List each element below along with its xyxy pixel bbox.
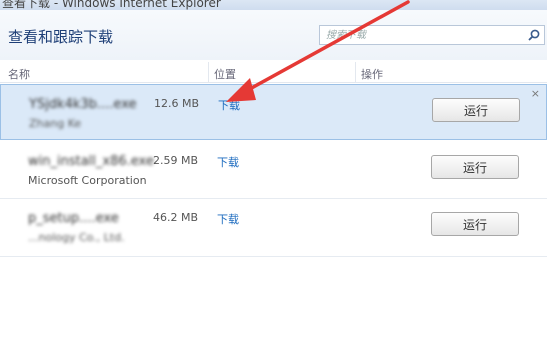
search-icon[interactable]: [527, 28, 541, 42]
run-button[interactable]: 运行: [431, 155, 519, 179]
download-publisher: ...nology Co., Ltd.: [28, 231, 125, 244]
header: 查看和跟踪下载: [0, 10, 547, 60]
search-input[interactable]: [326, 28, 516, 42]
column-headers: 名称 位置 操作: [0, 62, 547, 83]
download-row[interactable]: win_install_x86.exe Microsoft Corporatio…: [0, 142, 547, 198]
column-header-location[interactable]: 位置: [214, 66, 236, 82]
download-filename: p_setup....exe: [28, 211, 119, 226]
window-title: 查看下载 - Windows Internet Explorer: [2, 0, 221, 10]
close-icon[interactable]: ×: [531, 87, 540, 100]
download-size: 12.6 MB: [154, 97, 200, 110]
row-divider: [0, 256, 547, 257]
download-row[interactable]: p_setup....exe ...nology Co., Ltd. 46.2 …: [0, 199, 547, 255]
search-box[interactable]: [319, 25, 545, 45]
download-publisher: Microsoft Corporation: [28, 174, 147, 187]
download-row[interactable]: YSjdk4k3b....exe Zhang Ke 12.6 MB 下载 运行 …: [0, 84, 547, 140]
run-button[interactable]: 运行: [431, 212, 519, 236]
download-publisher: Zhang Ke: [29, 117, 82, 130]
column-header-name[interactable]: 名称: [8, 66, 30, 82]
download-location-link[interactable]: 下载: [217, 211, 239, 227]
column-separator[interactable]: [355, 62, 356, 82]
download-size: 2.59 MB: [153, 154, 199, 167]
column-separator[interactable]: [208, 62, 209, 82]
download-size: 46.2 MB: [153, 211, 199, 224]
download-filename: YSjdk4k3b....exe: [29, 97, 137, 112]
column-header-action[interactable]: 操作: [361, 66, 383, 82]
window-titlebar: 查看下载 - Windows Internet Explorer: [0, 0, 547, 10]
download-filename: win_install_x86.exe: [28, 154, 154, 169]
download-location-link[interactable]: 下载: [218, 97, 240, 113]
download-location-link[interactable]: 下载: [217, 154, 239, 170]
run-button[interactable]: 运行: [432, 98, 520, 122]
page-title: 查看和跟踪下载: [8, 28, 114, 46]
